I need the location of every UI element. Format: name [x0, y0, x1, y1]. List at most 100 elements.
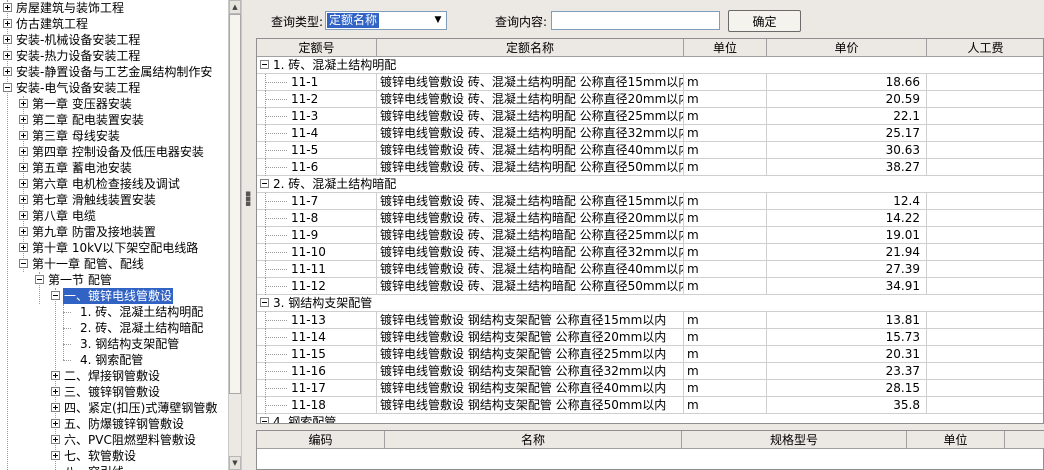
expand-plus-icon[interactable]: [3, 19, 12, 28]
expand-plus-icon[interactable]: [19, 115, 28, 124]
tree-node[interactable]: 仿古建筑工程: [0, 16, 228, 32]
expand-plus-icon[interactable]: [3, 67, 12, 76]
tree-node[interactable]: 八、穿引线: [0, 464, 228, 470]
group-row[interactable]: 3. 钢结构支架配管: [257, 295, 1043, 312]
scroll-thumb[interactable]: [229, 14, 241, 394]
collapse-minus-icon[interactable]: [19, 259, 28, 268]
col-header-name[interactable]: 定额名称: [377, 39, 684, 57]
table-row[interactable]: 11-16 镀锌电线管敷设 钢结构支架配管 公称直径32mm以内 m 23.37: [257, 363, 1043, 380]
collapse-minus-icon[interactable]: [260, 60, 269, 69]
confirm-button[interactable]: 确定: [728, 10, 801, 32]
tree-node[interactable]: 第三章 母线安装: [0, 128, 228, 144]
table-row[interactable]: 11-13 镀锌电线管敷设 钢结构支架配管 公称直径15mm以内 m 13.81: [257, 312, 1043, 329]
expand-plus-icon[interactable]: [19, 179, 28, 188]
tree-node[interactable]: 三、镀锌钢管敷设: [0, 384, 228, 400]
expand-plus-icon[interactable]: [51, 419, 60, 428]
panel-splitter[interactable]: ▪ ▪ ▪: [242, 0, 254, 470]
expand-plus-icon[interactable]: [19, 227, 28, 236]
collapse-minus-icon[interactable]: [260, 417, 269, 423]
table-row[interactable]: 11-11 镀锌电线管敷设 砖、混凝土结构暗配 公称直径40mm以内 m 27.39: [257, 261, 1043, 278]
table-row[interactable]: 11-7 镀锌电线管敷设 砖、混凝土结构暗配 公称直径15mm以内 m 12.4: [257, 193, 1043, 210]
tree-node[interactable]: 二、焊接钢管敷设: [0, 368, 228, 384]
tree-node-selected[interactable]: 一、镀锌电线管敷设: [0, 288, 228, 304]
expand-plus-icon[interactable]: [51, 451, 60, 460]
query-content-input[interactable]: [551, 11, 720, 30]
scroll-down-arrow-icon[interactable]: ▼: [229, 456, 241, 470]
expand-plus-icon[interactable]: [19, 211, 28, 220]
dropdown-arrow-icon[interactable]: ▼: [430, 12, 446, 29]
expand-plus-icon[interactable]: [19, 131, 28, 140]
collapse-minus-icon[interactable]: [260, 298, 269, 307]
table-row[interactable]: 11-9 镀锌电线管敷设 砖、混凝土结构暗配 公称直径25mm以内 m 19.01: [257, 227, 1043, 244]
quota-grid[interactable]: 定额号 定额名称 单位 单价 人工费 1. 砖、混凝土结构明配 11-1 镀锌电线管敷设 砖、…: [256, 38, 1044, 424]
table-row[interactable]: 11-5 镀锌电线管敷设 砖、混凝土结构明配 公称直径40mm以内 m 30.63: [257, 142, 1043, 159]
expand-plus-icon[interactable]: [51, 387, 60, 396]
expand-plus-icon[interactable]: [3, 51, 12, 60]
tree-node[interactable]: 七、软管敷设: [0, 448, 228, 464]
col-header-material-unit[interactable]: 单位: [907, 431, 1005, 449]
expand-plus-icon[interactable]: [19, 243, 28, 252]
expand-plus-icon[interactable]: [3, 35, 12, 44]
table-row[interactable]: 11-8 镀锌电线管敷设 砖、混凝土结构暗配 公称直径20mm以内 m 14.22: [257, 210, 1043, 227]
tree-node[interactable]: 四、紧定(扣压)式薄壁钢管敷: [0, 400, 228, 416]
query-type-select[interactable]: 定额名称 ▼: [325, 11, 447, 30]
expand-plus-icon[interactable]: [19, 99, 28, 108]
category-tree[interactable]: 房屋建筑与装饰工程 仿古建筑工程 安装-机械设备安装工程 安装-热力设备安装工程 安装-…: [0, 0, 229, 470]
expand-plus-icon[interactable]: [3, 3, 12, 12]
tree-node[interactable]: 第二章 配电装置安装: [0, 112, 228, 128]
expand-plus-icon[interactable]: [19, 147, 28, 156]
tree-node[interactable]: 第九章 防雷及接地装置: [0, 224, 228, 240]
table-row[interactable]: 11-12 镀锌电线管敷设 砖、混凝土结构暗配 公称直径50mm以内 m 34.91: [257, 278, 1043, 295]
table-row[interactable]: 11-15 镀锌电线管敷设 钢结构支架配管 公称直径25mm以内 m 20.31: [257, 346, 1043, 363]
table-row[interactable]: 11-14 镀锌电线管敷设 钢结构支架配管 公称直径20mm以内 m 15.73: [257, 329, 1043, 346]
expand-plus-icon[interactable]: [51, 371, 60, 380]
tree-node[interactable]: 安装-热力设备安装工程: [0, 48, 228, 64]
collapse-minus-icon[interactable]: [35, 275, 44, 284]
table-row[interactable]: 11-2 镀锌电线管敷设 砖、混凝土结构明配 公称直径20mm以内 m 20.59: [257, 91, 1043, 108]
tree-scrollbar[interactable]: ▲ ▼: [228, 0, 242, 470]
scroll-up-arrow-icon[interactable]: ▲: [229, 0, 241, 14]
group-row[interactable]: 1. 砖、混凝土结构明配: [257, 57, 1043, 74]
table-row[interactable]: 11-18 镀锌电线管敷设 钢结构支架配管 公称直径50mm以内 m 35.8: [257, 397, 1043, 414]
tree-node[interactable]: 4. 钢索配管: [0, 352, 228, 368]
tree-node[interactable]: 第一章 变压器安装: [0, 96, 228, 112]
tree-node[interactable]: 六、PVC阻燃塑料管敷设: [0, 432, 228, 448]
material-grid[interactable]: 编码 名称 规格型号 单位: [256, 430, 1044, 470]
tree-node[interactable]: 房屋建筑与装饰工程: [0, 0, 228, 16]
tree-node[interactable]: 1. 砖、混凝土结构明配: [0, 304, 228, 320]
col-header-code[interactable]: 定额号: [257, 39, 377, 57]
col-header-spec[interactable]: 规格型号: [682, 431, 907, 449]
group-row[interactable]: 4. 钢索配管: [257, 414, 1043, 423]
expand-plus-icon[interactable]: [51, 403, 60, 412]
tree-node[interactable]: 五、防爆镀锌钢管敷设: [0, 416, 228, 432]
tree-node[interactable]: 第七章 滑触线装置安装: [0, 192, 228, 208]
table-row[interactable]: 11-6 镀锌电线管敷设 砖、混凝土结构明配 公称直径50mm以内 m 38.27: [257, 159, 1043, 176]
table-row[interactable]: 11-3 镀锌电线管敷设 砖、混凝土结构明配 公称直径25mm以内 m 22.1: [257, 108, 1043, 125]
tree-node[interactable]: 第六章 电机检查接线及调试: [0, 176, 228, 192]
tree-node[interactable]: 安装-机械设备安装工程: [0, 32, 228, 48]
collapse-minus-icon[interactable]: [260, 179, 269, 188]
collapse-minus-icon[interactable]: [51, 291, 60, 300]
tree-node[interactable]: 第十章 10kV以下架空配电线路: [0, 240, 228, 256]
col-header-price[interactable]: 单价: [767, 39, 927, 57]
tree-node[interactable]: 第一节 配管: [0, 272, 228, 288]
table-row[interactable]: 11-1 镀锌电线管敷设 砖、混凝土结构明配 公称直径15mm以内 m 18.66: [257, 74, 1043, 91]
tree-node[interactable]: 第五章 蓄电池安装: [0, 160, 228, 176]
tree-node[interactable]: 第四章 控制设备及低压电器安装: [0, 144, 228, 160]
col-header-material-name[interactable]: 名称: [385, 431, 682, 449]
table-row[interactable]: 11-17 镀锌电线管敷设 钢结构支架配管 公称直径40mm以内 m 28.15: [257, 380, 1043, 397]
tree-node[interactable]: 安装-电气设备安装工程: [0, 80, 228, 96]
tree-node[interactable]: 第八章 电缆: [0, 208, 228, 224]
expand-plus-icon[interactable]: [19, 195, 28, 204]
col-header-labor[interactable]: 人工费: [927, 39, 1043, 57]
tree-node[interactable]: 3. 钢结构支架配管: [0, 336, 228, 352]
tree-node[interactable]: 安装-静置设备与工艺金属结构制作安: [0, 64, 228, 80]
table-row[interactable]: 11-4 镀锌电线管敷设 砖、混凝土结构明配 公称直径32mm以内 m 25.17: [257, 125, 1043, 142]
expand-plus-icon[interactable]: [19, 163, 28, 172]
tree-node[interactable]: 第十一章 配管、配线: [0, 256, 228, 272]
group-row[interactable]: 2. 砖、混凝土结构暗配: [257, 176, 1043, 193]
col-header-unit[interactable]: 单位: [684, 39, 767, 57]
col-header-material-code[interactable]: 编码: [257, 431, 385, 449]
table-row[interactable]: 11-10 镀锌电线管敷设 砖、混凝土结构暗配 公称直径32mm以内 m 21.94: [257, 244, 1043, 261]
tree-node[interactable]: 2. 砖、混凝土结构暗配: [0, 320, 228, 336]
